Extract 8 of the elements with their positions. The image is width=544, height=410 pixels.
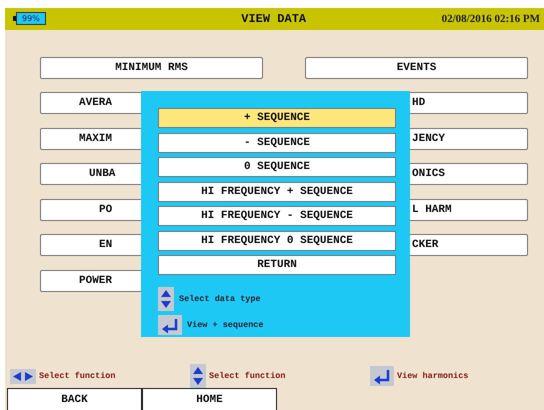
hint-text: Select data type: [179, 294, 261, 304]
screen-title: VIEW DATA: [240, 12, 308, 26]
hint-text: Select function: [39, 371, 116, 381]
hint-text: Select function: [209, 371, 286, 381]
battery-indicator: 99%: [13, 12, 46, 26]
hint-text: View + sequence: [187, 320, 264, 330]
date-time: 02/08/2016 02:16 PM: [442, 12, 540, 25]
hint-text: View harmonics: [397, 371, 468, 381]
